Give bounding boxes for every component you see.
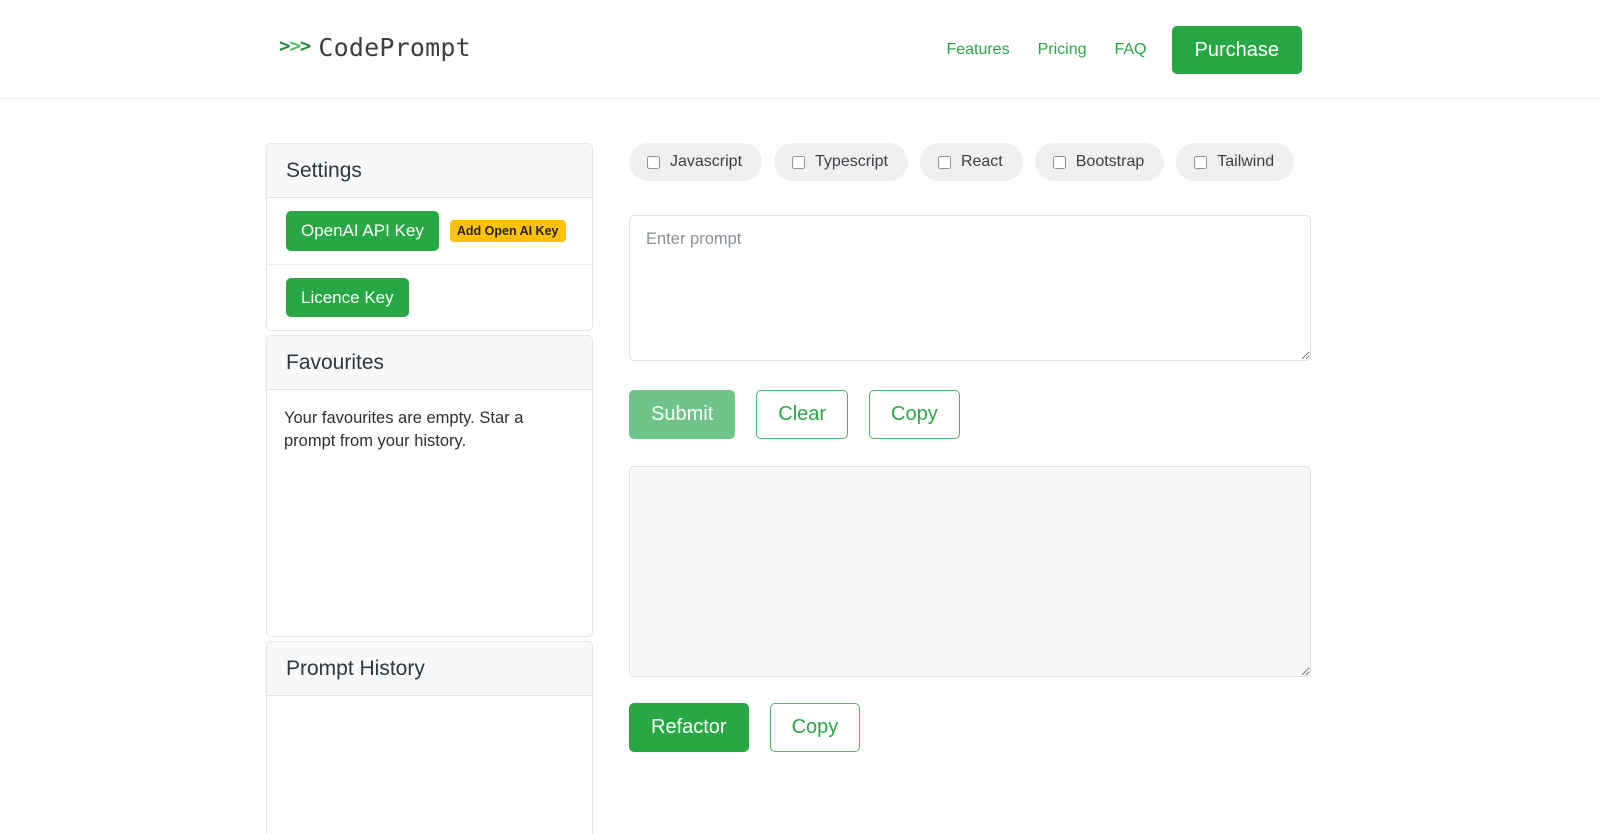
add-openai-key-badge: Add Open AI Key xyxy=(450,220,566,243)
openai-api-key-button[interactable]: OpenAI API Key xyxy=(286,211,439,250)
option-label-javascript: Javascript xyxy=(670,154,742,170)
nav-link-pricing[interactable]: Pricing xyxy=(1024,32,1101,69)
checkbox-tailwind[interactable] xyxy=(1194,156,1207,169)
nav-link-features[interactable]: Features xyxy=(932,32,1023,69)
nav-link-faq[interactable]: FAQ xyxy=(1100,32,1160,69)
checkbox-typescript[interactable] xyxy=(792,156,805,169)
brand-name: CodePrompt xyxy=(318,33,471,62)
prompt-action-buttons: Submit Clear Copy xyxy=(629,390,1311,439)
option-label-bootstrap: Bootstrap xyxy=(1076,154,1144,170)
favourites-title: Favourites xyxy=(267,336,592,390)
option-label-react: React xyxy=(961,154,1003,170)
output-area[interactable] xyxy=(629,466,1311,677)
option-pill-bootstrap[interactable]: Bootstrap xyxy=(1035,143,1164,181)
output-action-buttons: Refactor Copy xyxy=(629,703,1311,752)
settings-row-licence-key: Licence Key xyxy=(267,265,592,330)
favourites-card: Favourites Your favourites are empty. St… xyxy=(266,335,593,637)
settings-row-openai-key: OpenAI API Key Add Open AI Key xyxy=(267,198,592,264)
settings-title: Settings xyxy=(267,144,592,198)
copy-prompt-button[interactable]: Copy xyxy=(869,390,960,439)
refactor-button[interactable]: Refactor xyxy=(629,703,749,752)
brand-logo[interactable]: >>> CodePrompt xyxy=(279,32,471,61)
option-label-typescript: Typescript xyxy=(815,154,888,170)
submit-button[interactable]: Submit xyxy=(629,390,735,439)
licence-key-button[interactable]: Licence Key xyxy=(286,278,409,317)
prompt-history-title: Prompt History xyxy=(267,642,592,696)
site-header: >>> CodePrompt Features Pricing FAQ Purc… xyxy=(0,0,1600,99)
checkbox-javascript[interactable] xyxy=(647,156,660,169)
option-pill-tailwind[interactable]: Tailwind xyxy=(1176,143,1294,181)
chevrons-icon: >>> xyxy=(279,37,310,56)
main-navigation: Features Pricing FAQ Purchase xyxy=(932,26,1302,74)
option-pill-typescript[interactable]: Typescript xyxy=(774,143,908,181)
language-options: Javascript Typescript React Bootstrap Ta… xyxy=(629,143,1311,181)
page-content: Settings OpenAI API Key Add Open AI Key … xyxy=(0,99,1600,834)
settings-card: Settings OpenAI API Key Add Open AI Key … xyxy=(266,143,593,331)
option-pill-react[interactable]: React xyxy=(920,143,1023,181)
prompt-history-list xyxy=(267,696,592,732)
chevron-2-icon: > xyxy=(289,35,299,57)
clear-button[interactable]: Clear xyxy=(756,390,848,439)
favourites-empty-text: Your favourites are empty. Star a prompt… xyxy=(267,390,592,454)
checkbox-react[interactable] xyxy=(938,156,951,169)
sidebar: Settings OpenAI API Key Add Open AI Key … xyxy=(266,143,593,834)
main-panel: Javascript Typescript React Bootstrap Ta… xyxy=(629,143,1311,752)
checkbox-bootstrap[interactable] xyxy=(1053,156,1066,169)
option-pill-javascript[interactable]: Javascript xyxy=(629,143,762,181)
copy-output-button[interactable]: Copy xyxy=(770,703,861,752)
option-label-tailwind: Tailwind xyxy=(1217,154,1274,170)
chevron-1-icon: > xyxy=(279,35,289,57)
chevron-3-icon: > xyxy=(300,35,310,57)
prompt-input[interactable] xyxy=(629,215,1311,361)
prompt-history-card: Prompt History xyxy=(266,641,593,834)
purchase-button[interactable]: Purchase xyxy=(1172,26,1303,74)
